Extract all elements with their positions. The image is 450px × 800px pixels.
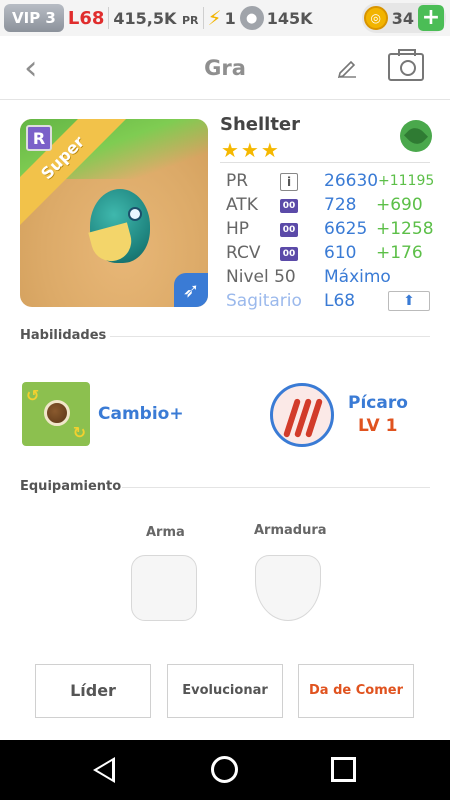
level-value: Máximo: [324, 267, 391, 287]
camera-icon[interactable]: [388, 49, 424, 81]
rarity-badge: R: [26, 125, 52, 151]
stat-label: RCV: [226, 243, 261, 263]
stat-label: PR: [226, 171, 249, 191]
paw-icon: ●: [239, 6, 264, 30]
stat-value: 6625: [324, 219, 368, 239]
sagittarius-icon: ➶: [174, 273, 208, 307]
divider: [110, 336, 430, 337]
energy-value: 1: [224, 8, 236, 28]
stat-value: 26630: [324, 171, 379, 191]
stat-label: HP: [226, 219, 250, 239]
divider: [108, 7, 110, 29]
armor-slot[interactable]: [255, 555, 321, 621]
add-coins-button[interactable]: +: [418, 5, 444, 31]
equipment-section-label: Equipamiento: [20, 479, 122, 494]
energy-counter[interactable]: ⚡ 1: [208, 6, 236, 30]
vip-badge[interactable]: VIP 3: [4, 4, 64, 32]
leader-button[interactable]: Líder: [35, 664, 151, 718]
claw-class-icon[interactable]: [270, 383, 334, 447]
skills-section-label: Habilidades: [20, 328, 107, 343]
coin-counter[interactable]: ◎ 34 +: [361, 3, 446, 33]
coin-icon: ◎: [363, 6, 388, 30]
divider: [202, 7, 204, 29]
paw-value: 145K: [266, 8, 313, 28]
rarity-stars: ★★★: [221, 138, 281, 162]
stat-value: 728: [324, 195, 357, 215]
nut-icon: [44, 400, 70, 426]
header-bar: ‹ Gra: [0, 36, 450, 100]
monster-eye: [128, 207, 142, 221]
status-bar: VIP 3 L68 415,5K PR ⚡ 1 ● 145K ◎ 34 +: [0, 0, 450, 36]
level-label: Nivel 50: [226, 267, 296, 287]
stat-badge: 00: [280, 223, 298, 237]
stat-value: 610: [324, 243, 357, 263]
sign-label: Sagitario: [226, 291, 302, 311]
stat-label: ATK: [226, 195, 258, 215]
up-arrow-icon[interactable]: ⬆: [388, 291, 430, 311]
armor-label: Armadura: [254, 523, 327, 538]
monster-name: Shellter: [220, 114, 301, 135]
stat-bonus: +690: [376, 195, 423, 215]
player-level: L68: [67, 7, 105, 29]
weapon-label: Arma: [146, 525, 185, 540]
leaf-icon: [400, 120, 432, 152]
sign-value: L68: [324, 291, 356, 311]
stat-row-pr: PR i 26630 +11195: [226, 171, 436, 193]
swap-arrow-icon: ↻: [72, 423, 86, 442]
stat-row-sign: Sagitario L68 ⬆: [226, 291, 436, 313]
stat-bonus: +176: [376, 243, 423, 263]
recent-apps-icon[interactable]: [331, 757, 356, 782]
skill-icon[interactable]: ↺ ↻: [22, 382, 90, 446]
lightning-icon: ⚡: [207, 6, 222, 30]
divider: [220, 162, 430, 163]
player-pr: 415,5K PR: [113, 9, 198, 28]
home-circle-icon[interactable]: [211, 756, 238, 783]
skill-name[interactable]: Cambio+: [98, 404, 184, 424]
class-level: LV 1: [358, 416, 398, 436]
player-pr-value: 415,5K: [113, 8, 177, 28]
feed-button[interactable]: Da de Comer: [298, 664, 414, 718]
swap-arrow-icon: ↺: [26, 386, 40, 405]
stat-row-level: Nivel 50 Máximo: [226, 267, 436, 289]
page-title: Gra: [204, 55, 246, 80]
stat-row-rcv: RCV 00 610 +176: [226, 243, 436, 265]
coin-value: 34: [391, 8, 414, 28]
stat-badge: 00: [280, 199, 298, 213]
divider: [122, 487, 430, 488]
class-name[interactable]: Pícaro: [348, 393, 408, 413]
stat-badge: 00: [280, 247, 298, 261]
monster-portrait[interactable]: Super R ➶: [20, 119, 208, 307]
chevron-left-icon[interactable]: ‹: [24, 50, 54, 86]
stat-bonus: +11195: [378, 173, 435, 189]
pencil-icon[interactable]: [336, 56, 358, 79]
player-pr-unit: PR: [181, 13, 199, 27]
back-triangle-icon[interactable]: [93, 757, 115, 783]
evolve-button[interactable]: Evolucionar: [167, 664, 283, 718]
stat-bonus: +1258: [376, 219, 434, 239]
weapon-slot[interactable]: [131, 555, 197, 621]
paw-counter[interactable]: ● 145K: [239, 6, 313, 30]
stat-row-atk: ATK 00 728 +690: [226, 195, 436, 217]
info-icon[interactable]: i: [280, 173, 298, 191]
stat-row-hp: HP 00 6625 +1258: [226, 219, 436, 241]
system-nav-bar: [0, 740, 450, 800]
